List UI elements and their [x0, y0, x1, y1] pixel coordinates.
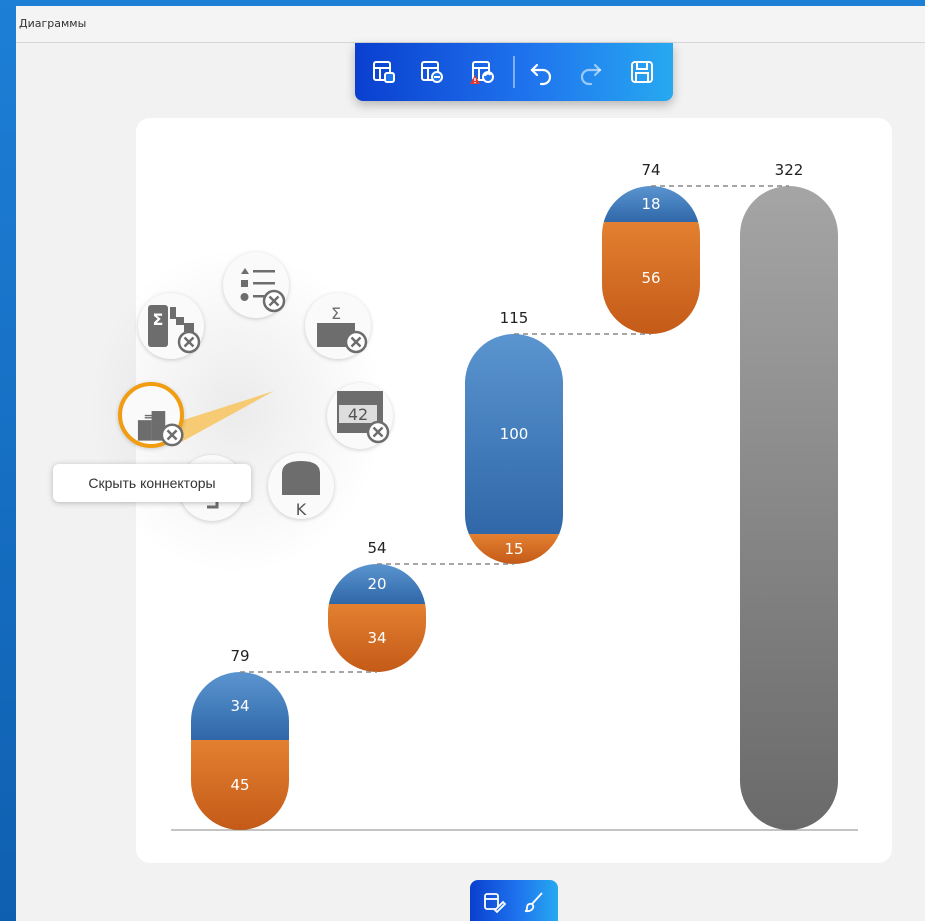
total-label-1: 79	[230, 647, 249, 665]
diagram-toolbar	[355, 43, 673, 101]
total-label-4: 74	[641, 161, 660, 179]
value-label-blue-1: 34	[230, 697, 249, 715]
value-label-blue-4: 18	[641, 195, 660, 213]
value-label-orange-3: 15	[504, 540, 523, 558]
tooltip-hide-connectors: Скрыть коннекторы	[53, 464, 251, 502]
edit-diagram-icon[interactable]	[369, 57, 399, 87]
hide-list-icon[interactable]	[223, 252, 289, 318]
brush-icon[interactable]	[522, 890, 546, 914]
redo-icon[interactable]	[575, 57, 605, 87]
hide-value-icon[interactable]: 42	[327, 383, 393, 449]
bar-group-3[interactable]	[465, 334, 563, 564]
value-label-orange-1: 45	[230, 776, 249, 794]
thousands-label: K	[296, 500, 307, 519]
save-icon[interactable]	[627, 57, 657, 87]
refresh-diagram-warning-icon[interactable]	[467, 57, 497, 87]
svg-text:Σ: Σ	[331, 304, 341, 323]
remove-diagram-icon[interactable]	[417, 57, 447, 87]
thousands-icon[interactable]: K	[268, 453, 334, 519]
value-label-blue-3: 100	[500, 425, 529, 443]
bar-grand-total	[740, 186, 838, 830]
svg-text:Σ: Σ	[153, 310, 164, 329]
connector-highlight-wedge	[174, 391, 274, 446]
hide-sum-stack-icon[interactable]: Σ	[138, 293, 204, 359]
hide-sum-icon[interactable]: Σ	[305, 293, 371, 359]
value-label-blue-2: 20	[367, 575, 386, 593]
window-title: Диаграммы	[19, 17, 87, 30]
bottom-toolbar	[470, 880, 558, 921]
hide-connectors-icon[interactable]	[118, 382, 184, 448]
desktop-background	[0, 0, 16, 921]
value-label-orange-4: 56	[641, 269, 660, 287]
edit-chart-icon[interactable]	[482, 890, 507, 914]
diagram-window: Диаграммы 45 34 79 34 20 15 100 115 56 1…	[16, 6, 925, 921]
hide-value-label: 42	[348, 405, 368, 424]
total-label-5: 322	[775, 161, 804, 179]
value-label-orange-2: 34	[367, 629, 386, 647]
title-bar: Диаграммы	[16, 6, 925, 43]
undo-icon[interactable]	[527, 57, 557, 87]
total-label-3: 115	[500, 309, 529, 327]
bar-group-1[interactable]	[191, 672, 289, 830]
toolbar-separator	[513, 56, 515, 88]
